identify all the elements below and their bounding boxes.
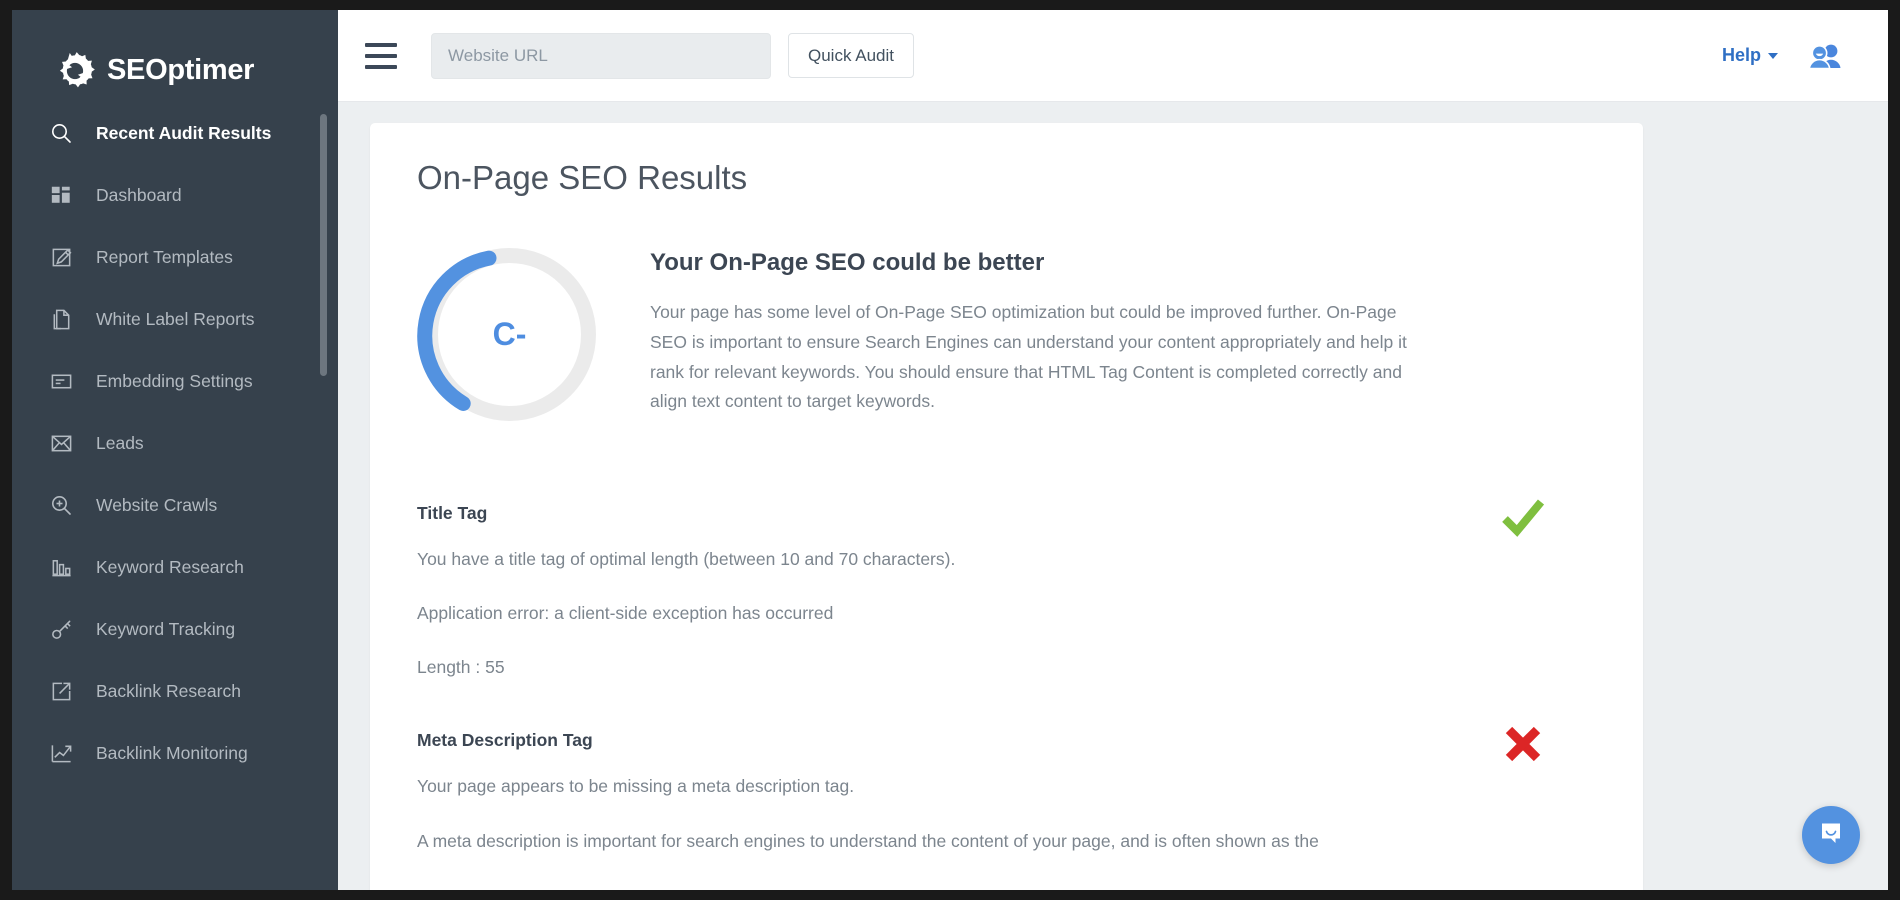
page-title: On-Page SEO Results — [370, 123, 1643, 197]
check-title: Title Tag — [417, 503, 1383, 524]
check-row: Title Tag You have a title tag of optima… — [417, 503, 1583, 681]
topbar: Quick Audit Help — [338, 10, 1888, 102]
brand-logo[interactable]: SEOptimer — [12, 10, 338, 102]
topbar-actions: Help — [1722, 43, 1888, 69]
sidebar-item-label: Keyword Research — [96, 557, 244, 578]
sidebar-item-keyword-research[interactable]: Keyword Research — [12, 536, 338, 598]
sidebar-item-label: Dashboard — [96, 185, 182, 206]
sidebar-item-backlink-research[interactable]: Backlink Research — [12, 660, 338, 722]
help-menu[interactable]: Help — [1722, 45, 1778, 66]
score-grade: C- — [417, 242, 602, 427]
help-label: Help — [1722, 45, 1761, 66]
check-row: Meta Description Tag Your page appears t… — [417, 730, 1583, 854]
sidebar-item-backlink-monitoring[interactable]: Backlink Monitoring — [12, 722, 338, 784]
sidebar-item-label: Backlink Monitoring — [96, 743, 248, 764]
sidebar: SEOptimer Recent Audit Results Dashboard… — [12, 10, 338, 890]
red-cross-icon — [1501, 722, 1545, 766]
check-line: A meta description is important for sear… — [417, 828, 1383, 855]
trend-line-icon — [48, 740, 74, 766]
pencil-square-icon — [48, 244, 74, 270]
results-card: On-Page SEO Results C- Your On-Page SEO … — [370, 123, 1643, 890]
grid-icon — [48, 182, 74, 208]
sidebar-item-report-templates[interactable]: Report Templates — [12, 226, 338, 288]
gear-logo-icon — [54, 50, 96, 92]
sidebar-item-keyword-tracking[interactable]: Keyword Tracking — [12, 598, 338, 660]
sidebar-item-label: Website Crawls — [96, 495, 217, 516]
brand-name: SEOptimer — [107, 54, 254, 87]
key-icon — [48, 616, 74, 642]
check-line: You have a title tag of optimal length (… — [417, 546, 1383, 573]
summary-heading: Your On-Page SEO could be better — [650, 249, 1420, 277]
app-viewport: SEOptimer Recent Audit Results Dashboard… — [12, 10, 1888, 890]
bar-chart-icon — [48, 554, 74, 580]
sidebar-item-recent-audit-results[interactable]: Recent Audit Results — [12, 102, 338, 164]
sidebar-item-label: Recent Audit Results — [96, 123, 271, 144]
check-line: Your page appears to be missing a meta d… — [417, 773, 1383, 800]
search-icon — [48, 120, 74, 146]
summary-body: Your page has some level of On-Page SEO … — [650, 298, 1420, 417]
quick-audit-button[interactable]: Quick Audit — [788, 33, 914, 78]
embed-box-icon — [48, 368, 74, 394]
sidebar-item-dashboard[interactable]: Dashboard — [12, 164, 338, 226]
sidebar-item-label: White Label Reports — [96, 309, 255, 330]
sidebar-item-label: Backlink Research — [96, 681, 241, 702]
magnifier-plus-icon — [48, 492, 74, 518]
green-check-icon — [1501, 495, 1545, 539]
chat-bubble-icon — [1818, 820, 1844, 851]
sidebar-item-embedding-settings[interactable]: Embedding Settings — [12, 350, 338, 412]
sidebar-item-label: Leads — [96, 433, 144, 454]
sidebar-item-leads[interactable]: Leads — [12, 412, 338, 474]
seo-score-gauge: C- — [417, 242, 602, 427]
sidebar-item-website-crawls[interactable]: Website Crawls — [12, 474, 338, 536]
check-line: Length : 55 — [417, 654, 1383, 681]
hamburger-icon[interactable] — [365, 43, 397, 69]
score-summary: C- Your On-Page SEO could be better Your… — [370, 197, 1643, 427]
summary-text: Your On-Page SEO could be better Your pa… — [650, 242, 1420, 427]
check-line: Application error: a client-side excepti… — [417, 600, 1383, 627]
users-icon[interactable] — [1808, 43, 1842, 69]
sidebar-item-white-label-reports[interactable]: White Label Reports — [12, 288, 338, 350]
envelope-icon — [48, 430, 74, 456]
external-link-icon — [48, 678, 74, 704]
sidebar-item-label: Report Templates — [96, 247, 233, 268]
sidebar-scrollbar[interactable] — [320, 114, 327, 376]
sidebar-item-label: Keyword Tracking — [96, 619, 235, 640]
main-content: On-Page SEO Results C- Your On-Page SEO … — [338, 102, 1888, 890]
checks-list: Title Tag You have a title tag of optima… — [370, 427, 1643, 855]
chevron-down-icon — [1768, 53, 1778, 59]
chat-launcher-button[interactable] — [1802, 806, 1860, 864]
search-input[interactable] — [431, 33, 771, 79]
sidebar-item-label: Embedding Settings — [96, 371, 253, 392]
check-title: Meta Description Tag — [417, 730, 1383, 751]
copy-documents-icon — [48, 306, 74, 332]
